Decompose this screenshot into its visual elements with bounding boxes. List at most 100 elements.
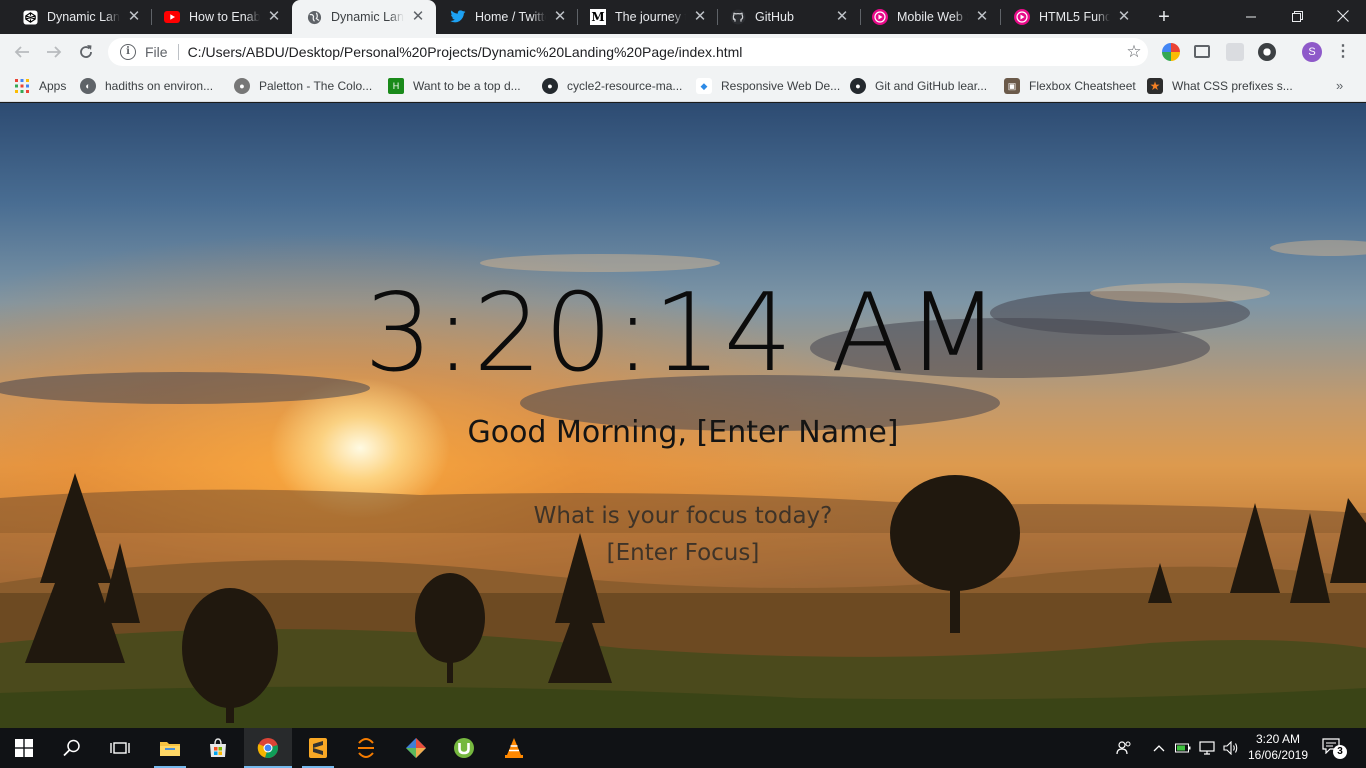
bookmark-hackerrank[interactable]: H Want to be a top d... [388, 76, 521, 96]
apps-grid-icon [14, 78, 30, 94]
greeting: Good Morning, [Enter Name] [0, 415, 1366, 450]
bookmark-css-prefixes[interactable]: ★ What CSS prefixes s... [1147, 76, 1293, 96]
taskbar-utorrent[interactable] [440, 728, 488, 768]
tab-close-icon[interactable]: ✕ [692, 9, 708, 25]
tab-dynamic-landing-1[interactable]: Dynamic Landi ✕ [8, 0, 152, 34]
address-bar[interactable]: i File C:/Users/ABDU/Desktop/Personal%20… [108, 38, 1148, 66]
new-tab-button[interactable]: + [1152, 5, 1176, 29]
taskbar-file-explorer[interactable] [146, 728, 194, 768]
search-button[interactable] [48, 728, 96, 768]
tab-strip: Dynamic Landi ✕ How to Enable ✕ Dynamic … [0, 0, 1366, 34]
chrome-icon [257, 738, 278, 758]
paletton-icon: ● [234, 78, 250, 94]
tray-overflow[interactable] [1148, 728, 1170, 768]
close-window-button[interactable] [1320, 0, 1366, 34]
tab-mobile-web[interactable]: Mobile Web Sp ✕ [858, 0, 1000, 34]
bookmark-flexbox[interactable]: ▣ Flexbox Cheatsheet [1004, 76, 1136, 96]
codepen-icon [22, 9, 38, 25]
taskbar-chrome[interactable] [244, 728, 292, 768]
bookmarks-overflow-button[interactable]: » [1336, 76, 1343, 96]
bookmark-paletton[interactable]: ● Paletton - The Colo... [234, 76, 372, 96]
back-button[interactable] [10, 40, 34, 64]
bookmark-label: Apps [39, 79, 67, 93]
vlc-icon [505, 738, 523, 758]
system-date: 16/06/2019 [1247, 748, 1309, 762]
tab-twitter[interactable]: Home / Twitter ✕ [436, 0, 578, 34]
tab-close-icon[interactable]: ✕ [410, 9, 426, 25]
tab-how-to-enable[interactable]: How to Enable ✕ [150, 0, 292, 34]
tab-github[interactable]: GitHub ✕ [716, 0, 860, 34]
tab-close-icon[interactable]: ✕ [974, 9, 990, 25]
forward-button[interactable] [42, 40, 66, 64]
info-icon[interactable]: i [120, 44, 136, 60]
tab-title: HTML5 Fundar [1039, 10, 1110, 24]
task-view-icon [110, 742, 130, 754]
chevron-up-icon [1153, 745, 1165, 752]
flexbox-icon: ▣ [1004, 78, 1020, 94]
action-center-button[interactable]: 3 [1322, 738, 1347, 759]
bookmark-label: Flexbox Cheatsheet [1029, 79, 1136, 93]
taskbar-eclipse[interactable] [342, 728, 390, 768]
tab-dynamic-landing-active[interactable]: Dynamic Landi ✕ [292, 0, 436, 34]
close-icon [1337, 10, 1349, 22]
taskbar-git-extensions[interactable] [392, 728, 440, 768]
people-icon [1116, 741, 1131, 755]
system-clock[interactable]: 3:20 AM 16/06/2019 [1244, 731, 1312, 763]
bookmark-apps[interactable]: Apps [14, 76, 66, 96]
extension-color-icon[interactable] [1162, 43, 1180, 61]
focus-editable-field[interactable]: [Enter Focus] [0, 540, 1366, 566]
tab-close-icon[interactable]: ✕ [126, 9, 142, 25]
tray-network[interactable] [1196, 728, 1218, 768]
reload-button[interactable] [74, 40, 98, 64]
sublime-text-icon [309, 738, 327, 758]
bookmark-git-github[interactable]: ● Git and GitHub lear... [850, 76, 987, 96]
tab-close-icon[interactable]: ✕ [552, 9, 568, 25]
bookmark-label: Want to be a top d... [413, 79, 521, 93]
tray-people[interactable] [1112, 728, 1136, 768]
store-icon [210, 738, 226, 757]
greeting-prefix: Good Morning, [467, 415, 697, 450]
taskbar-sublime-text[interactable] [294, 728, 342, 768]
folder-icon [160, 742, 180, 756]
youtube-icon [164, 9, 180, 25]
tab-title: GitHub [755, 10, 794, 24]
tab-html5-fundamentals[interactable]: HTML5 Fundar ✕ [1000, 0, 1142, 34]
bookmark-label: Paletton - The Colo... [259, 79, 373, 93]
task-view-button[interactable] [96, 728, 144, 768]
bookmark-star-icon[interactable]: ☆ [1120, 42, 1148, 62]
tab-title: Dynamic Landi [331, 10, 404, 24]
tray-volume[interactable] [1220, 728, 1242, 768]
tray-battery[interactable] [1172, 728, 1194, 768]
notification-count: 3 [1333, 745, 1347, 759]
git-extensions-icon [406, 738, 426, 758]
github-icon [730, 9, 746, 25]
taskbar-store[interactable] [194, 728, 242, 768]
arrow-left-icon [14, 46, 29, 58]
url-text[interactable]: C:/Users/ABDU/Desktop/Personal%20Project… [188, 44, 1120, 60]
tab-close-icon[interactable]: ✕ [834, 9, 850, 25]
twitter-icon [450, 9, 466, 25]
minimize-button[interactable] [1228, 0, 1274, 34]
more-menu-icon[interactable]: ⋮ [1334, 40, 1352, 64]
extension-puzzle-icon[interactable] [1226, 43, 1244, 61]
extension-chrome-icon[interactable] [1258, 43, 1276, 61]
tab-close-icon[interactable]: ✕ [1116, 9, 1132, 25]
tab-close-icon[interactable]: ✕ [266, 9, 282, 25]
tab-medium[interactable]: M The journey to ✕ [576, 0, 718, 34]
windows-logo-icon [15, 739, 33, 757]
bookmarks-bar: Apps ◐ hadiths on environ... ● Paletton … [0, 70, 1366, 102]
extension-cast-icon[interactable] [1194, 45, 1210, 58]
medium-icon: M [590, 9, 606, 25]
restore-button[interactable] [1274, 0, 1320, 34]
github-icon: ● [542, 78, 558, 94]
bookmark-hadiths[interactable]: ◐ hadiths on environ... [80, 76, 213, 96]
name-editable-field[interactable]: [Enter Name] [697, 415, 899, 450]
windows-taskbar: 3:20 AM 16/06/2019 3 [0, 728, 1366, 768]
github-icon: ● [850, 78, 866, 94]
profile-avatar[interactable]: S [1302, 42, 1322, 62]
start-button[interactable] [0, 728, 48, 768]
bookmark-cycle2[interactable]: ● cycle2-resource-ma... [542, 76, 682, 96]
taskbar-vlc[interactable] [490, 728, 538, 768]
hackerrank-icon: H [388, 78, 404, 94]
bookmark-responsive-web[interactable]: ◆ Responsive Web De... [696, 76, 840, 96]
